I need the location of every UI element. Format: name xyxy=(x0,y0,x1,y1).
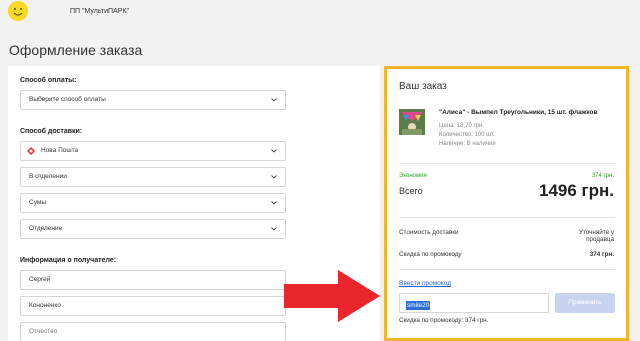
recipient-info-label: Информация о получателе: xyxy=(20,257,117,264)
payment-method-label: Способ оплаты: xyxy=(20,77,77,84)
product-quantity: Количество: 100 шт. xyxy=(439,132,495,138)
product-name[interactable]: "Алиса" - Вымпел Треугольники, 15 шт. фл… xyxy=(439,109,597,116)
total-label: Всего xyxy=(399,186,423,196)
order-title: Ваш заказ xyxy=(399,81,447,92)
delivery-method-label: Способ доставки: xyxy=(20,128,83,135)
total-value: 1496 грн. xyxy=(539,181,614,200)
delivery-cost-value: Уточняйте у продавца xyxy=(579,229,614,243)
divider xyxy=(399,269,615,270)
patronymic-placeholder: Отчество xyxy=(29,328,58,335)
chevron-down-icon xyxy=(271,201,277,205)
delivery-branch-value: Отделение xyxy=(29,225,63,232)
smiley-logo-icon[interactable] xyxy=(8,1,28,21)
patronymic-input[interactable]: Отчество xyxy=(20,322,286,341)
chevron-down-icon xyxy=(271,149,277,153)
last-name-value: Кононенко xyxy=(29,302,61,309)
delivery-type-select[interactable]: В отделении xyxy=(20,167,286,187)
promo-code-value: smile20 xyxy=(406,301,431,310)
divider xyxy=(399,217,615,218)
delivery-cost-value-line1: Уточняйте у xyxy=(578,229,614,236)
nova-poshta-icon xyxy=(27,147,35,155)
delivery-city-value: Сумы xyxy=(29,199,47,206)
product-availability: Наличие: В наличии xyxy=(439,141,496,147)
product-price: Цена: 18,70 грн. xyxy=(439,123,484,129)
top-bar: ПП "МультиПАРК" xyxy=(0,0,640,26)
last-name-input[interactable]: Кононенко xyxy=(20,296,286,316)
payment-method-select[interactable]: Выберите способ оплаты xyxy=(20,90,286,110)
product-thumbnail[interactable] xyxy=(399,109,425,135)
first-name-value: Сергей xyxy=(29,276,51,283)
enter-promo-link[interactable]: Ввести промокод xyxy=(399,280,451,287)
delivery-carrier-value: Нова Пошта xyxy=(41,147,79,154)
divider xyxy=(399,163,615,164)
page-title: Оформление заказа xyxy=(9,42,143,58)
chevron-down-icon xyxy=(271,175,277,179)
delivery-carrier-select[interactable]: Нова Пошта xyxy=(20,141,286,161)
red-arrow-icon xyxy=(284,270,380,322)
economy-value: 374 грн. xyxy=(591,173,614,179)
promo-code-input[interactable]: smile20 xyxy=(399,293,549,313)
payment-method-value: Выберите способ оплаты xyxy=(29,96,106,103)
chevron-down-icon xyxy=(271,227,277,231)
economy-label: Экономия xyxy=(399,173,427,179)
chevron-down-icon xyxy=(271,98,277,102)
delivery-cost-value-line2: продавца xyxy=(586,236,614,243)
shop-name[interactable]: ПП "МультиПАРК" xyxy=(70,8,129,15)
first-name-input[interactable]: Сергей xyxy=(20,270,286,290)
delivery-type-value: В отделении xyxy=(29,173,67,180)
order-summary: Ваш заказ "Алиса" - Вымпел Треугольники,… xyxy=(384,66,629,341)
delivery-city-select[interactable]: Сумы xyxy=(20,193,286,213)
delivery-cost-label: Стоимость доставки xyxy=(399,229,459,236)
promo-discount-label: Скидка по промокоду xyxy=(399,251,462,258)
delivery-branch-select[interactable]: Отделение xyxy=(20,219,286,239)
apply-promo-button[interactable]: Применить xyxy=(555,293,615,313)
promo-discount-note: Скидка по промокоду: 374 грн. xyxy=(399,317,489,324)
promo-discount-value: 374 грн. xyxy=(589,251,614,258)
